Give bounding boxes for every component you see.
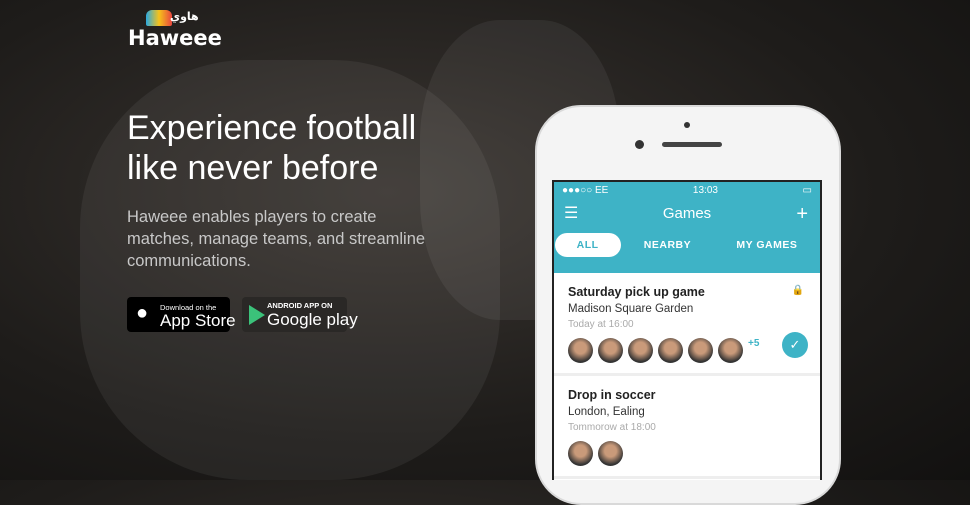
- add-game-button[interactable]: +: [796, 199, 808, 229]
- app-store-button[interactable]: ● Download on the App Store: [127, 297, 236, 332]
- google-big-text: Google play: [267, 310, 358, 329]
- screen-title: Games: [662, 205, 712, 222]
- phone-camera: [684, 122, 690, 128]
- avatar: [688, 338, 713, 363]
- apple-big-text: App Store: [160, 311, 236, 330]
- hero-description: Haweee enables players to create matches…: [127, 208, 426, 270]
- player-avatars: [568, 441, 806, 466]
- google-small-text: ANDROID APP ON: [267, 301, 333, 310]
- avatar: [568, 338, 593, 363]
- avatar: [598, 338, 623, 363]
- logo-arabic: هاوي: [170, 10, 199, 23]
- avatar: [568, 441, 593, 466]
- avatar: [628, 338, 653, 363]
- battery-icon: ▭: [802, 185, 812, 196]
- phone-speaker: [662, 142, 722, 147]
- logo-name: Haweee: [128, 26, 222, 50]
- game-title: Saturday pick up game: [568, 285, 705, 299]
- game-card[interactable]: 🔒 Saturday pick up game Madison Square G…: [554, 273, 820, 376]
- game-card[interactable]: Drop in soccer London, Ealing Tommorow a…: [554, 376, 820, 479]
- game-place: Madison Square Garden: [568, 303, 694, 315]
- game-title: Drop in soccer: [568, 388, 656, 402]
- game-place: London, Ealing: [568, 406, 645, 418]
- more-players-count: +5: [748, 338, 760, 349]
- avatar: [718, 338, 743, 363]
- tab-nearby[interactable]: NEARBY: [622, 233, 713, 257]
- google-play-icon: [249, 305, 265, 325]
- game-time: Tommorow at 18:00: [568, 422, 656, 433]
- avatar: [658, 338, 683, 363]
- clock: 13:03: [692, 185, 718, 196]
- status-bar: ●●●○○ EE 13:03 ▭: [554, 182, 820, 199]
- menu-icon[interactable]: ☰: [564, 199, 578, 229]
- apple-icon: ●: [136, 302, 149, 324]
- game-time: Today at 16:00: [568, 319, 634, 330]
- avatar: [598, 441, 623, 466]
- haweee-logo[interactable]: هاوي Haweee: [128, 10, 222, 50]
- tab-my-games[interactable]: MY GAMES: [714, 233, 819, 257]
- joined-check-button[interactable]: ✓: [782, 332, 808, 358]
- google-play-button[interactable]: ANDROID APP ON Google play: [242, 297, 358, 332]
- player-avatars: +5: [568, 338, 806, 363]
- logo-mark-icon: [146, 10, 172, 26]
- carrier: ●●●○○ EE: [562, 185, 609, 196]
- phone-front-camera: [635, 140, 644, 149]
- tab-all[interactable]: ALL: [554, 233, 621, 257]
- hero-title: Experience football like never before: [127, 109, 417, 187]
- app-screen: ●●●○○ EE 13:03 ▭ ☰ Games + ALL NEARBY MY…: [552, 180, 822, 480]
- lock-icon: 🔒: [791, 285, 804, 296]
